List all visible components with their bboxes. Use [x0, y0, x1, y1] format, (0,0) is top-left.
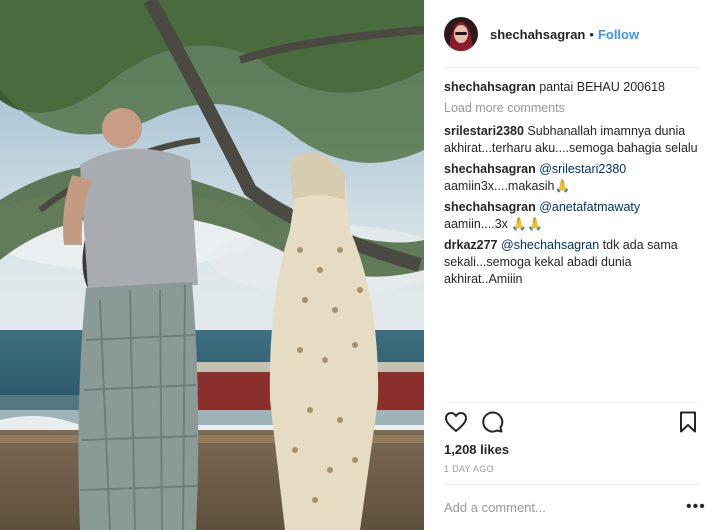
load-more-comments-button[interactable]: Load more comments: [444, 100, 702, 117]
actions-divider: [444, 402, 700, 403]
bookmark-icon[interactable]: [676, 410, 700, 434]
add-comment-input[interactable]: [444, 498, 672, 516]
post-header: shechahsagran • Follow: [444, 14, 700, 54]
comment-item: drkaz277 @shechahsagran tdk ada sama sek…: [444, 237, 702, 288]
author-username[interactable]: shechahsagran: [490, 27, 585, 42]
likes-count[interactable]: 1,208 likes: [444, 442, 509, 457]
separator-dot: •: [589, 26, 594, 42]
comment-text: aamiin....3x 🙏🙏: [444, 217, 543, 231]
comment-mention[interactable]: @anetafatmawaty: [539, 200, 640, 214]
follow-button[interactable]: Follow: [598, 27, 639, 42]
comment-text: aamiin3x....makasih🙏: [444, 179, 571, 193]
comment-username[interactable]: shechahsagran: [444, 200, 536, 214]
post-side-panel: shechahsagran • Follow shechahsagran pan…: [424, 0, 720, 530]
instagram-post: shechahsagran • Follow shechahsagran pan…: [0, 0, 720, 530]
avatar[interactable]: [444, 17, 478, 51]
comment-bubble-icon[interactable]: [480, 410, 504, 434]
comment-item: shechahsagran @srilestari2380 aamiin3x..…: [444, 161, 702, 195]
comments-section: shechahsagran pantai BEHAU 200618 Load m…: [444, 79, 702, 292]
comment-mention[interactable]: @srilestari2380: [539, 162, 626, 176]
post-timestamp[interactable]: 1 DAY AGO: [444, 464, 494, 474]
comment-username[interactable]: srilestari2380: [444, 124, 524, 138]
comment-input-divider: [444, 484, 700, 485]
comment-username[interactable]: shechahsagran: [444, 162, 536, 176]
comment-item: shechahsagran @anetafatmawaty aamiin....…: [444, 199, 702, 233]
header-divider: [444, 67, 700, 68]
comment-username[interactable]: drkaz277: [444, 238, 498, 252]
post-photo[interactable]: [0, 0, 424, 530]
heart-icon[interactable]: [444, 410, 468, 434]
caption-username[interactable]: shechahsagran: [444, 80, 536, 94]
caption-text: pantai BEHAU 200618: [539, 80, 665, 94]
more-options-icon[interactable]: •••: [686, 498, 706, 516]
post-actions: [444, 410, 700, 436]
comment-item: srilestari2380 Subhanallah imamnya dunia…: [444, 123, 702, 157]
comment-mention[interactable]: @shechahsagran: [501, 238, 599, 252]
caption: shechahsagran pantai BEHAU 200618: [444, 79, 702, 96]
